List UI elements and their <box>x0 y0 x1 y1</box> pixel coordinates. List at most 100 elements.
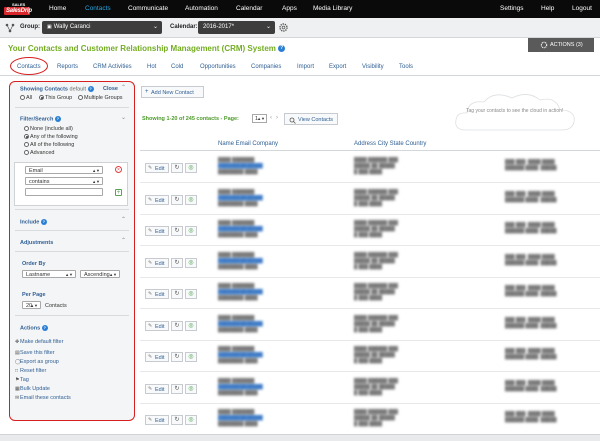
activity-icon[interactable]: ◎ <box>185 257 197 268</box>
contact-name-blurred[interactable]: ████ ███████ ██████████████ ████████ ████ <box>218 252 263 270</box>
reset-filter-link[interactable]: Reset filter <box>20 368 46 374</box>
help-icon[interactable]: ? <box>41 325 48 331</box>
column-header-address[interactable]: Address City State Country <box>354 141 426 147</box>
contact-name-blurred[interactable]: ████ ███████ ██████████████ ████████ ████ <box>218 189 263 207</box>
scope-radio-all[interactable]: All <box>20 95 32 101</box>
operator-select[interactable]: contains ▲▼ <box>25 177 103 185</box>
nav-item-contacts[interactable]: Contacts <box>85 5 111 12</box>
tab-export[interactable]: Export <box>329 64 346 70</box>
nav-item-home[interactable]: Home <box>49 5 66 12</box>
filter-radio-any[interactable]: Any of the following <box>24 134 78 140</box>
sync-icon[interactable]: ↻ <box>171 415 183 425</box>
activity-icon[interactable]: ◎ <box>185 163 197 173</box>
help-icon[interactable]: ? <box>278 45 286 53</box>
filter-value-input[interactable] <box>25 188 103 196</box>
chevron-up-icon[interactable]: ⌃ <box>121 216 126 223</box>
tab-opportunities[interactable]: Opportunities <box>200 64 236 70</box>
contact-name-blurred[interactable]: ████ ███████ ██████████████ ████████ ████ <box>218 378 263 396</box>
scope-radio-this-group[interactable]: This Group <box>39 95 72 101</box>
activity-icon[interactable]: ◎ <box>185 415 197 425</box>
page-select[interactable]: 1 ▲▼ <box>252 114 267 123</box>
edit-button[interactable]: ✎ Edit <box>145 226 169 236</box>
activity-icon[interactable]: ◎ <box>185 320 197 331</box>
nav-item-apps[interactable]: Apps <box>282 5 297 12</box>
activity-icon[interactable]: ◎ <box>185 289 197 299</box>
field-select[interactable]: Email ▲▼ <box>25 166 103 174</box>
gear-icon[interactable] <box>278 22 289 33</box>
calendar-select[interactable]: 2016-2017* ⌄ <box>198 21 275 34</box>
chevron-up-icon[interactable]: ⌃ <box>121 84 126 91</box>
contact-name-blurred[interactable]: ████ ███████ ██████████████ ████████ ████ <box>218 220 263 238</box>
edit-button[interactable]: ✎ Edit <box>145 352 169 362</box>
nav-item-communicate[interactable]: Communicate <box>128 5 168 12</box>
help-icon[interactable]: ? <box>87 86 94 92</box>
tab-hot[interactable]: Hot <box>147 64 156 70</box>
nav-item-logout[interactable]: Logout <box>572 5 592 12</box>
nav-item-calendar[interactable]: Calendar <box>236 5 262 12</box>
add-criterion-icon[interactable]: + <box>115 189 122 196</box>
contact-name-blurred[interactable]: ████ ███████ ██████████████ ████████ ████ <box>218 157 263 175</box>
tab-crm-activities[interactable]: CRM Activities <box>93 64 132 70</box>
order-by-field-select[interactable]: Lastname ▲▼ <box>22 270 76 278</box>
tab-reports[interactable]: Reports <box>57 64 78 70</box>
edit-button[interactable]: ✎ Edit <box>145 163 169 173</box>
group-select[interactable]: ▣ Wally Caranci ⌄ <box>42 21 162 34</box>
edit-button[interactable]: ✎ Edit <box>145 320 169 331</box>
next-page-icon[interactable]: › <box>276 115 278 121</box>
nav-item-media-library[interactable]: Media Library <box>313 5 352 12</box>
chevron-up-icon[interactable]: ⌃ <box>121 237 126 244</box>
save-filter-link[interactable]: Save this filter <box>20 350 55 356</box>
sync-icon[interactable]: ↻ <box>171 383 183 394</box>
tab-companies[interactable]: Companies <box>251 64 281 70</box>
order-by-dir-select[interactable]: Ascending ▲▼ <box>80 270 120 278</box>
activity-icon[interactable]: ◎ <box>185 194 197 205</box>
filter-radio-advanced[interactable]: Advanced <box>24 150 54 156</box>
hierarchy-icon[interactable] <box>5 23 15 33</box>
filter-radio-none[interactable]: None (include all) <box>24 126 73 132</box>
contact-name-blurred[interactable]: ████ ███████ ██████████████ ████████ ████ <box>218 346 263 364</box>
export-as-group-link[interactable]: Export as group <box>20 359 59 365</box>
sync-icon[interactable]: ↻ <box>171 320 183 331</box>
activity-icon[interactable]: ◎ <box>185 383 197 394</box>
column-header-name[interactable]: Name Email Company <box>218 141 278 147</box>
tab-cold[interactable]: Cold <box>171 64 183 70</box>
email-contacts-link[interactable]: Email these contacts <box>20 395 71 401</box>
edit-button[interactable]: ✎ Edit <box>145 289 169 299</box>
contact-name-blurred[interactable]: ████ ███████ ██████████████ ████████ ████ <box>218 409 263 427</box>
edit-button[interactable]: ✎ Edit <box>145 383 169 394</box>
salesdrip-logo[interactable]: SALES SalesDrip <box>4 2 32 16</box>
tab-visibility[interactable]: Visibility <box>362 64 384 70</box>
sync-icon[interactable]: ↻ <box>171 194 183 205</box>
scope-radio-multiple-groups[interactable]: Multiple Groups <box>78 95 123 101</box>
sync-icon[interactable]: ↻ <box>171 352 183 362</box>
sync-icon[interactable]: ↻ <box>171 226 183 236</box>
activity-icon[interactable]: ◎ <box>185 226 197 236</box>
edit-button[interactable]: ✎ Edit <box>145 194 169 205</box>
help-icon[interactable]: ? <box>40 219 47 225</box>
previous-page-icon[interactable]: ‹ <box>270 115 272 121</box>
contact-name-blurred[interactable]: ████ ███████ ██████████████ ████████ ████ <box>218 283 263 301</box>
close-link[interactable]: Close <box>103 86 118 92</box>
bulk-update-link[interactable]: Bulk Update <box>20 386 50 392</box>
tag-link[interactable]: Tag <box>20 377 29 383</box>
actions-button[interactable]: ACTIONS (3) <box>528 38 594 52</box>
sync-icon[interactable]: ↻ <box>171 257 183 268</box>
tab-tools[interactable]: Tools <box>399 64 413 70</box>
activity-icon[interactable]: ◎ <box>185 352 197 362</box>
remove-criterion-icon[interactable]: × <box>115 166 122 173</box>
edit-button[interactable]: ✎ Edit <box>145 257 169 268</box>
add-new-contact-button[interactable]: + Add New Contact <box>141 86 204 98</box>
help-icon[interactable]: ? <box>54 116 61 122</box>
per-page-select[interactable]: 20 ▲▼ <box>22 301 41 309</box>
filter-radio-all[interactable]: All of the following <box>24 142 74 148</box>
sync-icon[interactable]: ↻ <box>171 163 183 173</box>
nav-item-help[interactable]: Help <box>541 5 554 12</box>
view-contacts-button[interactable]: View Contacts <box>284 113 338 125</box>
nav-item-automation[interactable]: Automation <box>185 5 218 12</box>
sync-icon[interactable]: ↻ <box>171 289 183 299</box>
tab-import[interactable]: Import <box>297 64 314 70</box>
nav-item-settings[interactable]: Settings <box>500 5 524 12</box>
edit-button[interactable]: ✎ Edit <box>145 415 169 425</box>
contact-name-blurred[interactable]: ████ ███████ ██████████████ ████████ ████ <box>218 315 263 333</box>
make-default-filter-link[interactable]: Make default filter <box>20 339 63 345</box>
